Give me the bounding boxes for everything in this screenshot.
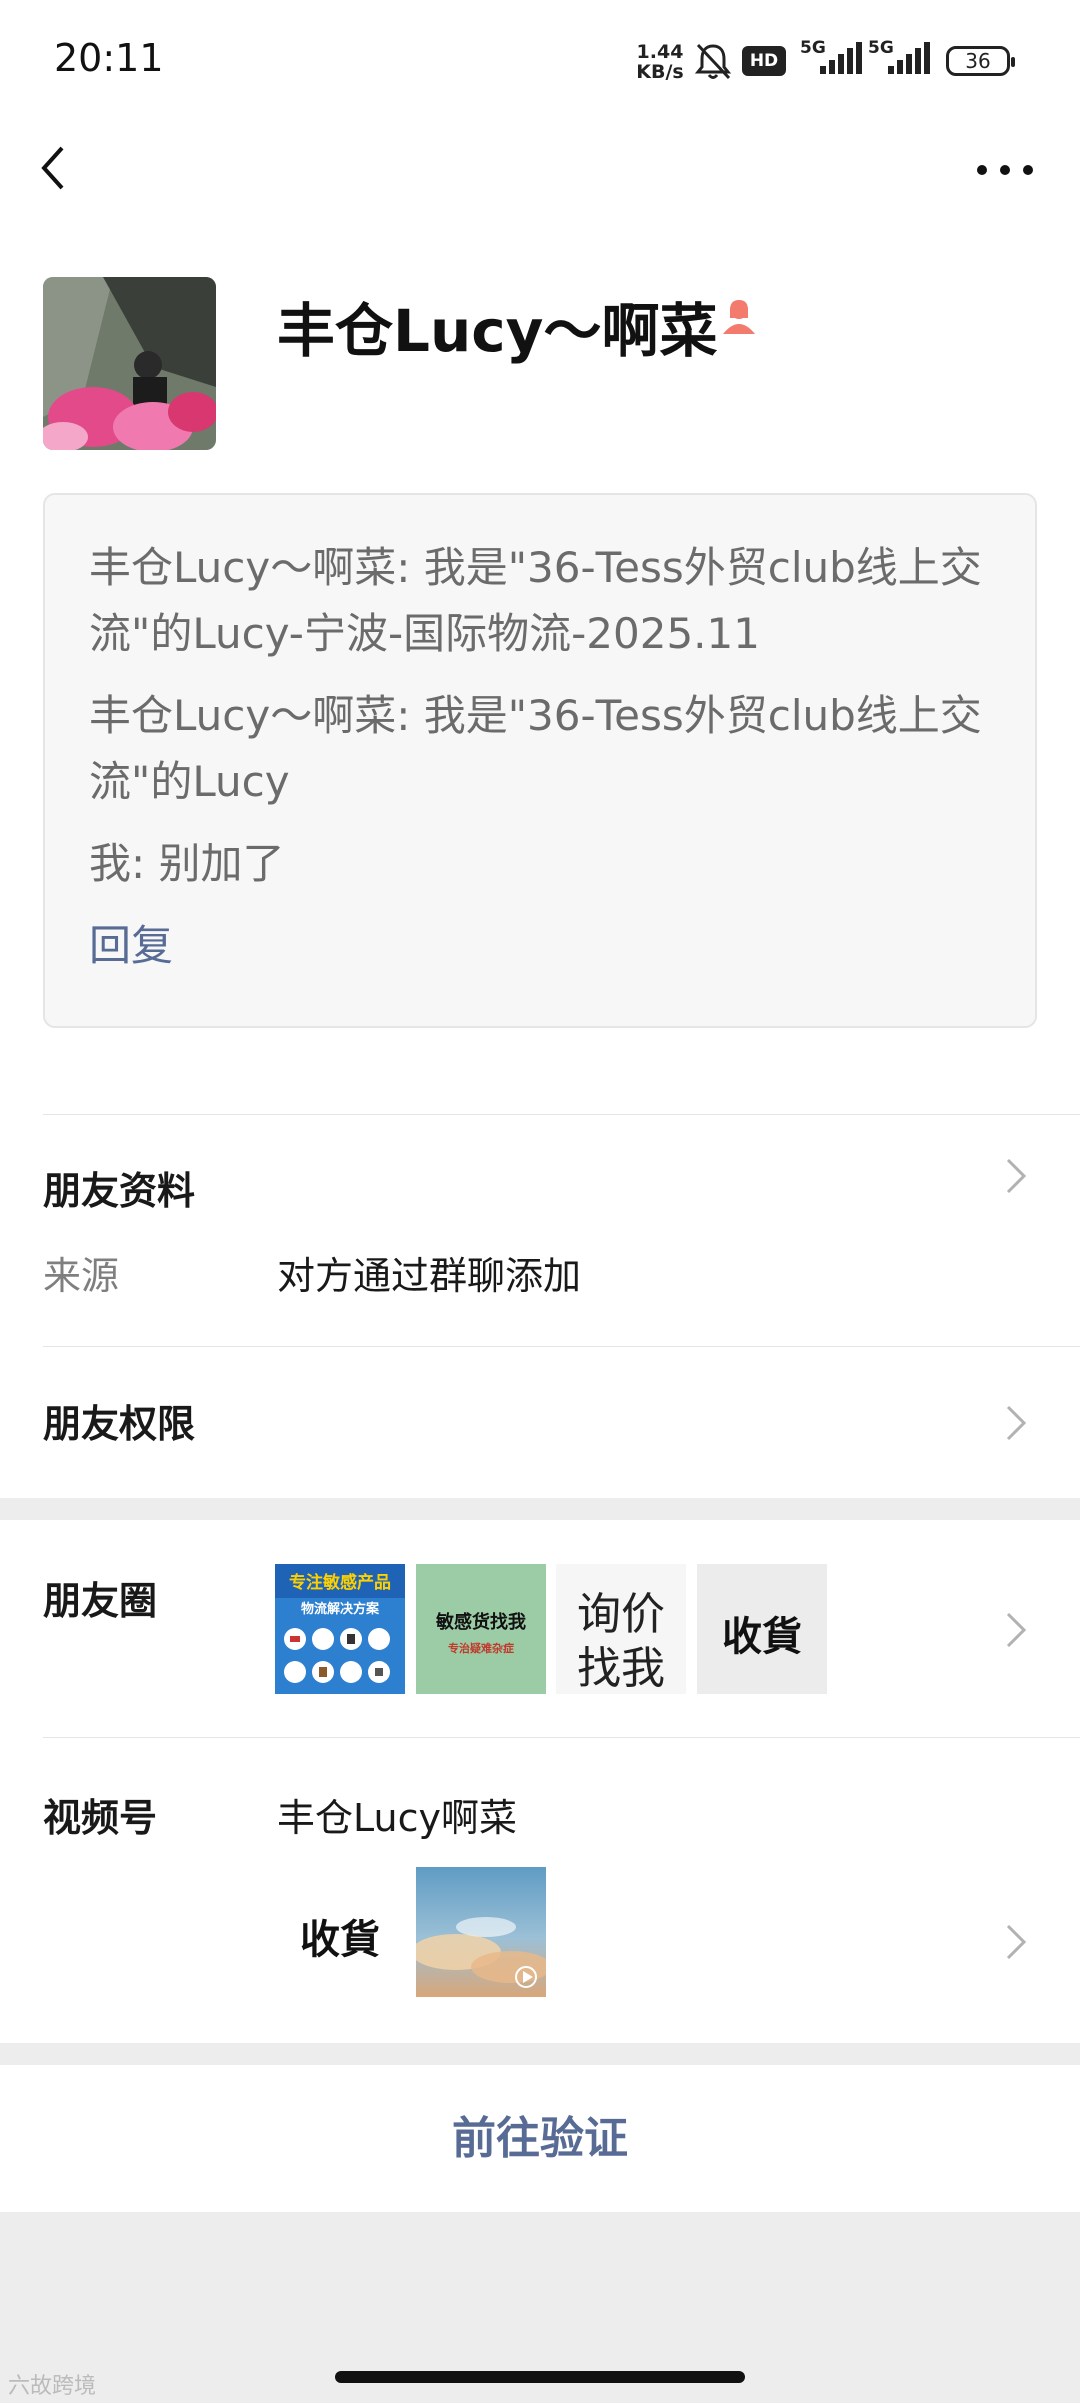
profile-name: 丰仓Lucy～啊菜 bbox=[277, 297, 718, 365]
watermark: 六故跨境 bbox=[8, 2374, 97, 2399]
moments-title: 朋友圈 bbox=[43, 1579, 158, 1623]
source-label: 来源 bbox=[43, 1254, 120, 1298]
verify-button[interactable]: 前往验证 bbox=[0, 2065, 1080, 2212]
message-item: 我: 别加了 bbox=[89, 839, 285, 888]
channels-name: 丰仓Lucy啊菜 bbox=[277, 1796, 517, 1840]
status-bar: 20:11 1.44 KB/s HD 5G 5G 36 bbox=[0, 0, 1080, 120]
female-person-icon bbox=[723, 300, 755, 334]
moments-thumb-4-text: 收貨 bbox=[722, 1613, 802, 1660]
moments-thumb-2-subtitle: 专治疑难杂症 bbox=[448, 1642, 514, 1655]
back-button[interactable] bbox=[30, 136, 90, 200]
section-gap bbox=[0, 1498, 1080, 1520]
signal-bars-icon bbox=[888, 42, 930, 74]
avatar-photo bbox=[43, 277, 216, 450]
channels-thumb-1-text: 收貨 bbox=[300, 1916, 380, 1963]
home-indicator[interactable] bbox=[335, 2371, 745, 2383]
divider bbox=[43, 1346, 1080, 1347]
channels-thumb[interactable]: 收貨 bbox=[275, 1867, 405, 1997]
network-speed: 1.44 KB/s bbox=[632, 42, 688, 82]
friend-info-title: 朋友资料 bbox=[43, 1169, 196, 1213]
moments-thumb[interactable]: 敏感货找我 专治疑难杂症 bbox=[416, 1564, 546, 1694]
chevron-left-icon bbox=[41, 146, 64, 190]
chevron-right-icon bbox=[1006, 1405, 1027, 1441]
moments-thumb-3-line2: 找我 bbox=[577, 1643, 665, 1694]
source-value: 对方通过群聊添加 bbox=[277, 1254, 582, 1298]
verification-messages-box: 丰仓Lucy～啊菜: 我是"36-Tess外贸club线上交流"的Lucy-宁波… bbox=[43, 493, 1037, 1028]
moments-thumb-2-title: 敏感货找我 bbox=[436, 1612, 526, 1633]
more-button[interactable] bbox=[970, 150, 1040, 190]
permissions-title: 朋友权限 bbox=[43, 1402, 196, 1446]
chevron-right-icon bbox=[1006, 1612, 1027, 1648]
battery-indicator: 36 bbox=[946, 46, 1015, 76]
channels-title: 视频号 bbox=[43, 1796, 158, 1840]
channels-thumb[interactable] bbox=[416, 1867, 546, 1997]
message-item: 丰仓Lucy～啊菜: 我是"36-Tess外贸club线上交流"的Lucy-宁波… bbox=[89, 543, 982, 658]
section-gap bbox=[0, 2043, 1080, 2065]
chevron-right-icon bbox=[1006, 1924, 1027, 1960]
message-item: 丰仓Lucy～啊菜: 我是"36-Tess外贸club线上交流"的Lucy bbox=[89, 691, 982, 806]
sky-photo bbox=[416, 1867, 546, 1997]
more-dots-icon bbox=[977, 165, 1033, 175]
signal-bars-icon bbox=[820, 42, 862, 74]
moments-thumb[interactable]: 专注敏感产品 物流解决方案 bbox=[275, 1564, 405, 1694]
moments-thumb[interactable]: 收貨 bbox=[697, 1564, 827, 1694]
avatar[interactable] bbox=[43, 277, 216, 450]
reply-link[interactable]: 回复 bbox=[89, 913, 995, 979]
moments-thumb[interactable]: 询价 找我 bbox=[556, 1564, 686, 1694]
product-icons-grid bbox=[284, 1628, 390, 1683]
chevron-right-icon bbox=[1006, 1158, 1027, 1194]
hd-badge: HD bbox=[742, 46, 786, 76]
network-speed-value: 1.44 bbox=[636, 41, 684, 63]
network-speed-unit: KB/s bbox=[636, 61, 684, 83]
bell-muted-icon bbox=[694, 43, 732, 80]
divider bbox=[43, 1737, 1080, 1738]
status-time: 20:11 bbox=[54, 36, 164, 80]
divider bbox=[43, 1114, 1080, 1115]
